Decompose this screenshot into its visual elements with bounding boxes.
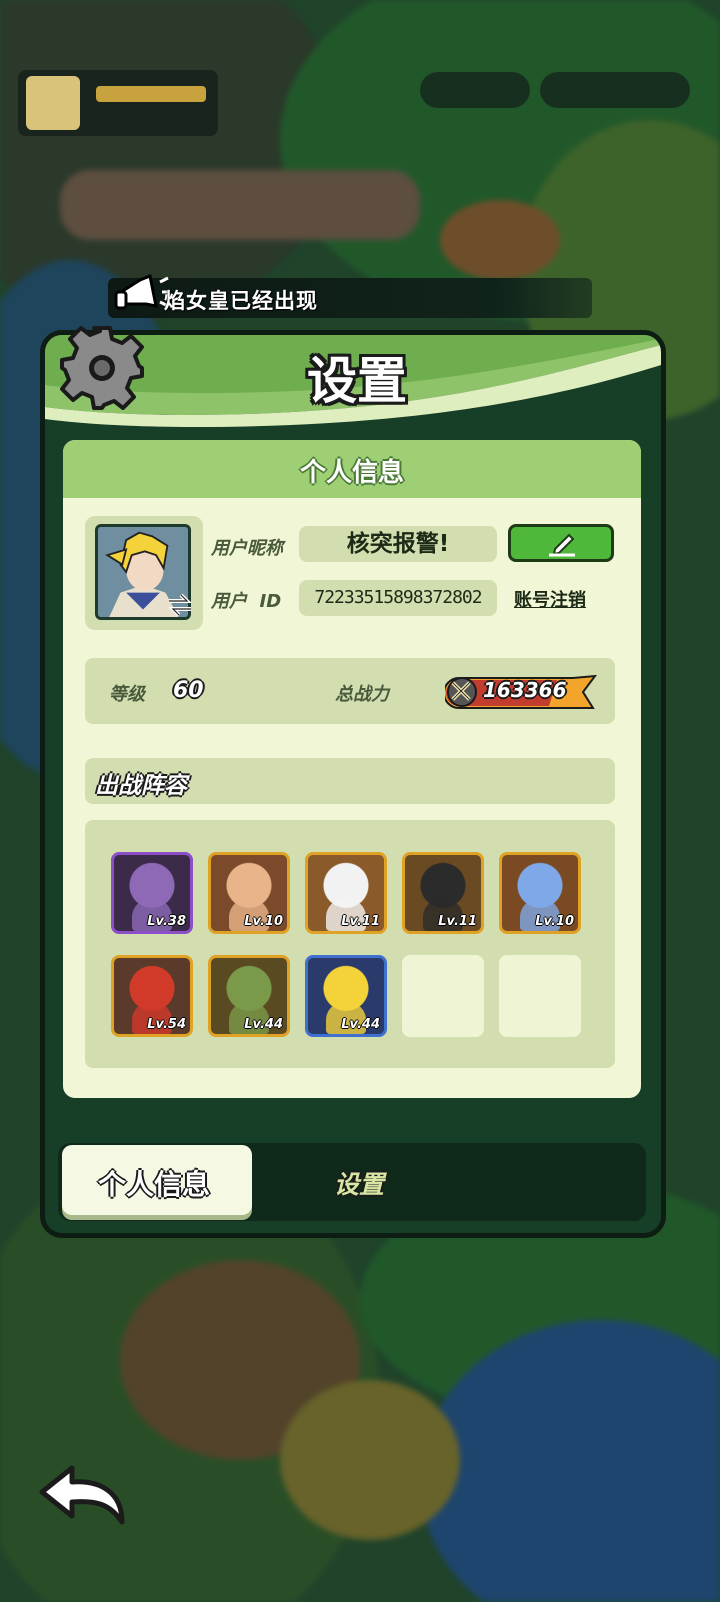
edit-nickname-button[interactable]: [508, 524, 614, 562]
power-value: 163366: [483, 678, 567, 702]
hero-slot[interactable]: Lv.10: [208, 852, 290, 934]
broadcast-banner: 焰女皇已经出现: [108, 273, 592, 318]
broadcast-text: 焰女皇已经出现: [164, 289, 318, 313]
level-value: 60: [173, 678, 204, 703]
tab-profile-label: 个人信息: [98, 1168, 211, 1201]
level-label: 等级: [109, 684, 145, 705]
user-id-field: 72233515898372802: [299, 580, 497, 616]
tab-bar: 个人信息 设置: [58, 1143, 646, 1221]
hero-level: Lv.44: [244, 1017, 283, 1032]
cancel-account-link[interactable]: 账号注销: [514, 586, 586, 612]
stats-bar: 等级 60 总战力 163366: [85, 658, 615, 724]
hero-level: Lv.10: [244, 914, 283, 929]
player-hud: [18, 70, 218, 136]
hero-slot[interactable]: Lv.10: [499, 852, 581, 934]
hero-level: Lv.38: [147, 914, 186, 929]
hero-level: Lv.11: [438, 914, 477, 929]
back-arrow-icon[interactable]: [38, 1462, 128, 1528]
hud-name-bar: [96, 86, 206, 102]
tab-settings[interactable]: 设置: [334, 1165, 384, 1201]
empty-hero-slot[interactable]: [402, 955, 484, 1037]
user-id-label: 用户 ID: [211, 591, 282, 612]
hero-slot[interactable]: Lv.44: [305, 955, 387, 1037]
empty-hero-slot[interactable]: [499, 955, 581, 1037]
lineup-header: 出战阵容: [85, 758, 615, 804]
hero-slot[interactable]: Lv.54: [111, 955, 193, 1037]
profile-section: 个人信息 用户昵称 核突报警! 用户 ID 72233515898372802 …: [63, 440, 641, 1098]
gear-icon: [60, 326, 144, 410]
section-header-label: 个人信息: [299, 458, 404, 488]
crossed-swords-icon: [451, 681, 471, 701]
megaphone-icon: [114, 273, 170, 310]
power-badge: 163366: [445, 674, 597, 710]
tab-profile[interactable]: 个人信息: [62, 1145, 252, 1215]
lineup-grid: Lv.38 Lv.10 Lv.11 Lv.11 Lv.10 Lv.54 Lv.44 Lv.44: [85, 820, 615, 1068]
hero-slot[interactable]: Lv.38: [111, 852, 193, 934]
hud-avatar: [26, 76, 80, 130]
hero-level: Lv.54: [147, 1017, 186, 1032]
lineup-title: 出战阵容: [95, 773, 187, 799]
hero-level: Lv.10: [535, 914, 574, 929]
power-label: 总战力: [335, 684, 389, 705]
section-header: 个人信息: [63, 440, 641, 498]
currency-gold: [540, 72, 690, 108]
hero-level: Lv.11: [341, 914, 380, 929]
nickname-label: 用户昵称: [211, 538, 283, 559]
pencil-icon: [549, 533, 575, 557]
hero-slot[interactable]: Lv.11: [402, 852, 484, 934]
dialog-title: 设置: [307, 352, 407, 410]
avatar-frame[interactable]: [85, 516, 203, 630]
hero-level: Lv.44: [341, 1017, 380, 1032]
hero-slot[interactable]: Lv.44: [208, 955, 290, 1037]
currency-gems: [420, 72, 530, 108]
hero-slot[interactable]: Lv.11: [305, 852, 387, 934]
swap-icon[interactable]: [165, 590, 195, 620]
nickname-field: 核突报警!: [299, 526, 497, 562]
